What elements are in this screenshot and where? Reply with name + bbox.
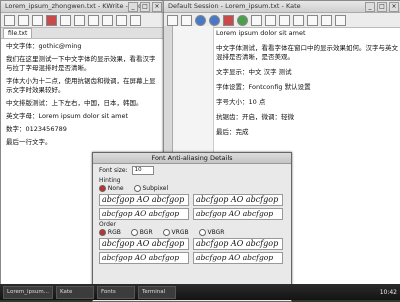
print-icon[interactable] [251,14,262,26]
minimize-button[interactable]: _ [128,2,138,12]
order-vbgr-option[interactable]: VBGR [198,229,225,236]
font-sample[interactable]: abcfgop AO abcfgop [193,252,283,264]
copy-icon[interactable] [307,14,318,26]
new-file-icon[interactable] [4,14,15,26]
order-rgb-label: RGB [107,229,121,236]
back-icon[interactable] [195,14,206,26]
order-vbgr-label: VBGR [207,229,225,236]
taskbar-item[interactable]: Fonts [96,285,135,299]
cut-icon[interactable] [293,14,304,26]
order-vrgb-option[interactable]: VRGB [162,229,189,236]
hint-none-option[interactable]: None [99,185,124,192]
radio-icon[interactable] [99,229,106,236]
text-line: 抗锯齿：开启，微调：轻微 [216,113,294,121]
font-sample[interactable]: abcfgop AO abcfgop [193,194,283,206]
font-sample[interactable]: abcfgop AO abcfgop [193,238,283,250]
text-line: 英文字母：Lorem ipsum dolor sit amet [6,112,129,120]
font-sample[interactable]: abcfgop AO abcfgop [99,252,189,264]
font-sample[interactable]: abcfgop AO abcfgop [99,194,189,206]
text-line: 最后：完成 [216,128,249,136]
order-bgr-option[interactable]: BGR [130,229,153,236]
minimize-button[interactable]: _ [365,2,375,12]
order-bgr-label: BGR [139,229,153,236]
maximize-button[interactable]: □ [140,2,150,12]
hinting-label: Hinting [99,177,121,184]
order-vrgb-label: VRGB [171,229,189,236]
paste-icon[interactable] [321,14,332,26]
dialog-title: Font Anti-aliasing Details [93,153,291,164]
left-toolbar [1,13,164,28]
order-options: RGB BGR VRGB VBGR [93,228,291,237]
maximize-button[interactable]: □ [377,2,387,12]
hinting-options: None Subpixel [93,184,291,193]
taskbar-clock[interactable]: 10:42 [380,289,397,296]
copy-icon[interactable] [102,14,113,26]
open-file-icon[interactable] [18,14,29,26]
close-doc-icon[interactable] [223,14,234,26]
font-sample[interactable]: abcfgop AO abcfgop [193,208,283,220]
font-sample[interactable]: abcfgop AO abcfgop [99,208,189,220]
text-line: 文字显示：中文 汉字 测试 [216,68,292,76]
hint-subpixel-label: Subpixel [142,185,169,192]
sample-grid-bottom: abcfgop AO abcfgop abcfgop AO abcfgop ab… [93,237,291,265]
redo-icon[interactable] [74,14,85,26]
text-line: 中文字体测试，看看字体在窗口中的显示效果如何。汉字与英文混排是否清晰，是否美观。 [216,44,398,61]
save-icon[interactable] [32,14,43,26]
right-window-controls: _ □ × [365,2,399,12]
taskbar-item[interactable]: Kate [55,285,94,299]
paste-icon[interactable] [116,14,127,26]
left-tab-bar: file.txt [1,28,164,39]
close-button[interactable]: × [152,2,162,12]
hint-none-label: None [107,185,124,192]
text-line: 字体大小为十二点，使用抗锯齿和微调，在屏幕上显示文字时效果较好。 [6,77,156,94]
reload-icon[interactable] [237,14,248,26]
taskbar-item[interactable]: Terminal [137,285,176,299]
font-antialias-dialog[interactable]: Font Anti-aliasing Details Font size: 10… [92,152,292,302]
hint-subpixel-option[interactable]: Subpixel [133,185,169,192]
text-line: 字体设置：Fontconfig 默认设置 [216,83,311,91]
taskbar-item[interactable]: Lorem_ipsum... [3,285,53,299]
open-file-icon[interactable] [181,14,192,26]
forward-icon[interactable] [209,14,220,26]
cut-icon[interactable] [88,14,99,26]
radio-icon[interactable] [99,185,106,192]
text-line: Lorem ipsum dolor sit amet [216,29,306,37]
text-line: 中文字体：gothic@ming [6,42,82,50]
radio-icon[interactable] [162,229,170,236]
redo-icon[interactable] [279,14,290,26]
left-window-controls: _ □ × [128,2,162,12]
search-icon[interactable] [335,14,346,26]
tab-file[interactable]: file.txt [3,28,33,38]
radio-icon[interactable] [130,229,138,236]
sample-grid-top: abcfgop AO abcfgop abcfgop AO abcfgop ab… [93,193,291,221]
new-file-icon[interactable] [167,14,178,26]
order-rgb-option[interactable]: RGB [99,229,121,236]
undo-icon[interactable] [60,14,71,26]
text-line: 数字：0123456789 [6,125,67,133]
radio-icon[interactable] [198,229,206,236]
font-sample[interactable]: abcfgop AO abcfgop [99,238,189,250]
close-button[interactable]: × [389,2,399,12]
radio-icon[interactable] [133,185,141,192]
font-size-label: Font size: [99,167,128,174]
font-size-spinbox[interactable]: 10 [131,166,154,175]
print-icon[interactable] [46,14,57,26]
text-line: 我们在这里测试一下中文字体的显示效果，看看汉字与拉丁字母混排时是否清晰。 [6,55,156,72]
font-size-row: Font size: 10 [93,164,291,177]
search-icon[interactable] [130,14,141,26]
order-label: Order [99,221,117,228]
text-line: 字号大小：10 点 [216,98,266,106]
left-text-area[interactable]: 中文字体：gothic@ming 我们在这里测试一下中文字体的显示效果，看看汉字… [1,39,164,154]
undo-icon[interactable] [265,14,276,26]
text-line: 最后一行文字。 [6,138,52,146]
text-line: 中文排版测试：上下左右，中国，日本，韩国。 [6,99,143,107]
taskbar: Lorem_ipsum... Kate Fonts Terminal 10:42 [0,284,400,300]
